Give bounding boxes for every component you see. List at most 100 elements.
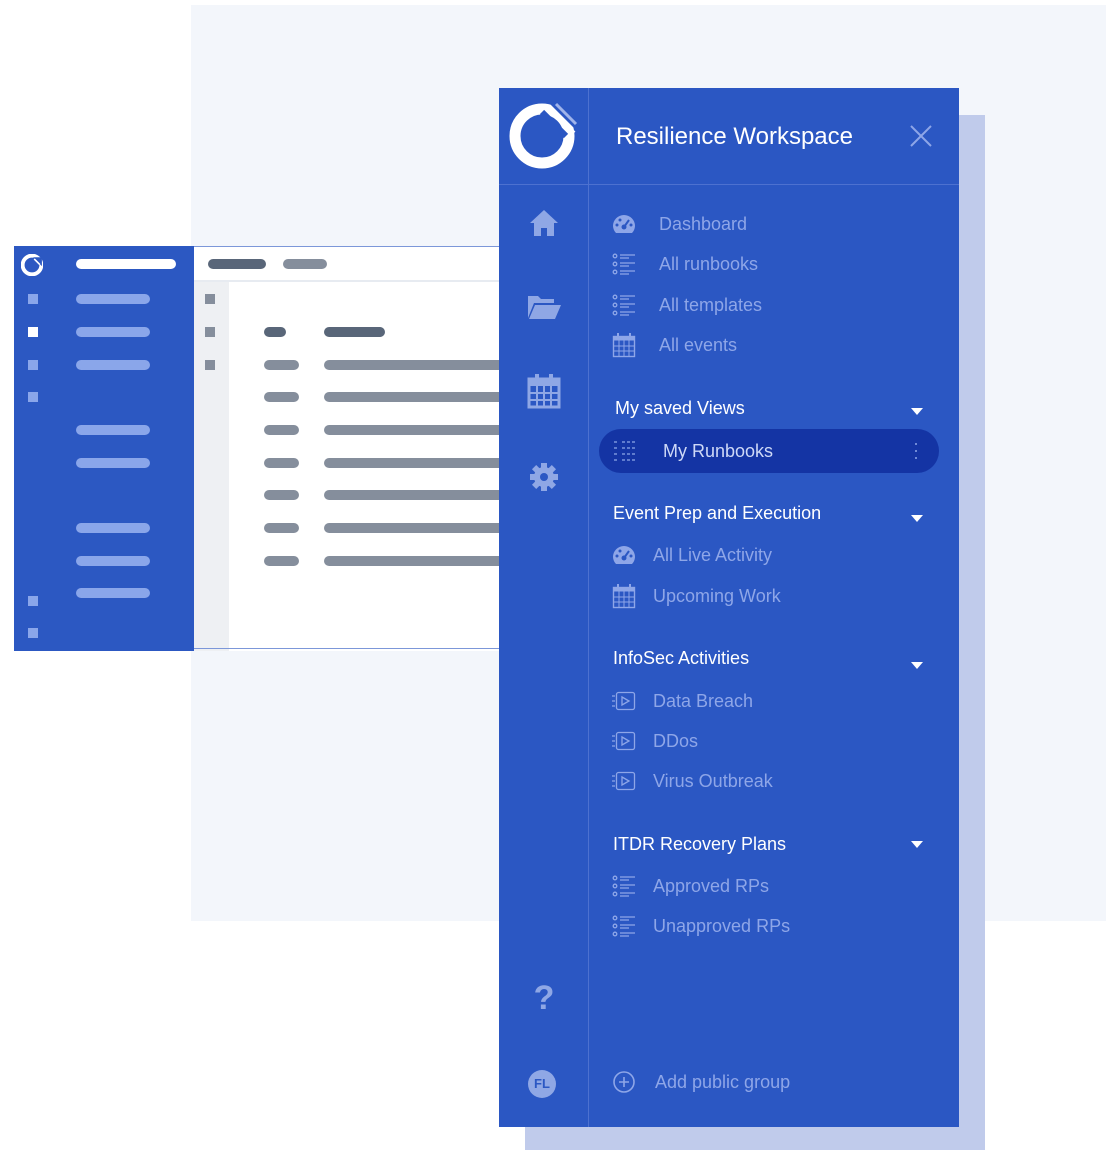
nav-item-label: Upcoming Work (653, 585, 781, 606)
preview-nav-pill (76, 458, 150, 468)
preview-row-pill (324, 556, 500, 566)
preview-row-pill (264, 392, 299, 402)
nav-item-approved-rps[interactable]: Approved RPs (611, 872, 769, 900)
list-icon (611, 873, 637, 899)
preview-rail-square (205, 327, 215, 337)
nav-item-dashboard[interactable]: Dashboard (611, 210, 747, 238)
navigation-drawer: ? FL Resilience Workspace Dashboard All … (499, 88, 959, 1127)
nav-item-label: DDos (653, 730, 699, 751)
preview-rail-square (205, 360, 215, 370)
preview-nav-square (28, 392, 38, 402)
list-icon (611, 913, 637, 939)
preview-nav-pill (76, 327, 150, 337)
nav-item-upcoming-work[interactable]: Upcoming Work (611, 582, 781, 610)
nav-item-all-runbooks[interactable]: All runbooks (611, 250, 758, 278)
section-title: InfoSec Activities (613, 648, 750, 668)
caret-down-icon (911, 662, 923, 669)
saved-view-label: My Runbooks (663, 441, 774, 461)
preview-title-bar (76, 259, 176, 269)
preview-rail (194, 246, 229, 651)
caret-down-icon (911, 408, 923, 415)
preview-nav-pill (76, 360, 150, 370)
preview-row-pill (264, 490, 299, 500)
preview-nav-pill (76, 425, 150, 435)
preview-nav-square (28, 360, 38, 370)
rail-logo-area (499, 88, 589, 185)
nav-item-unapproved-rps[interactable]: Unapproved RPs (611, 912, 790, 940)
preview-nav-square (28, 327, 38, 337)
workspace-title: Resilience Workspace (616, 123, 853, 150)
preview-header-pill (264, 327, 286, 337)
preview-rail-square (205, 294, 215, 304)
preview-row-pill (264, 523, 299, 533)
preview-row-pill (324, 425, 500, 435)
preview-row-pill (264, 458, 299, 468)
nav-item-data-breach[interactable]: Data Breach (611, 687, 753, 715)
section-saved-views[interactable]: My saved Views (589, 394, 959, 424)
help-icon[interactable]: ? (524, 978, 564, 1018)
section-title: My saved Views (615, 398, 745, 418)
add-public-group-label: Add public group (655, 1071, 791, 1092)
play-list-icon (611, 728, 637, 754)
section-event-prep[interactable]: Event Prep and Execution (589, 499, 959, 529)
logo-icon (21, 254, 43, 276)
nav-item-label: Dashboard (659, 213, 748, 234)
preview-sidebar (14, 246, 194, 651)
icon-rail: ? FL (499, 88, 589, 1127)
section-infosec[interactable]: InfoSec Activities (589, 644, 959, 674)
calendar-icon (611, 332, 637, 358)
preview-border (194, 246, 500, 649)
home-icon[interactable] (524, 203, 564, 243)
preview-row-pill (324, 360, 500, 370)
section-title: ITDR Recovery Plans (613, 834, 787, 854)
preview-row-pill (324, 458, 500, 468)
preview-nav-square (28, 596, 38, 606)
dashboard-gauge-icon (611, 542, 637, 568)
preview-nav-pill (76, 294, 150, 304)
nav-item-all-events[interactable]: All events (611, 331, 737, 359)
play-list-icon (611, 688, 637, 714)
play-list-icon (611, 768, 637, 794)
preview-nav-pill (76, 556, 150, 566)
nav-item-label: Virus Outbreak (653, 770, 773, 791)
section-title: Event Prep and Execution (613, 503, 822, 523)
preview-tab-pill (208, 259, 266, 269)
saved-view-my-runbooks[interactable]: My Runbooks (599, 429, 939, 473)
nav-item-all-live-activity[interactable]: All Live Activity (611, 541, 772, 569)
nav-item-all-templates[interactable]: All templates (611, 291, 762, 319)
preview-nav-pill (76, 523, 150, 533)
calendar-icon[interactable] (524, 371, 564, 411)
nav-item-label: All events (659, 334, 738, 355)
preview-tab-pill (283, 259, 327, 269)
logo-icon[interactable] (506, 98, 578, 170)
nav-item-label: All runbooks (659, 253, 759, 274)
nav-item-ddos[interactable]: DDos (611, 727, 698, 755)
more-options-icon[interactable] (911, 441, 921, 461)
nav-item-label: Approved RPs (653, 875, 770, 896)
calendar-icon (611, 583, 637, 609)
add-public-group-button[interactable]: Add public group (611, 1068, 790, 1096)
nav-item-label: All templates (659, 294, 763, 315)
settings-gear-icon[interactable] (524, 457, 564, 497)
caret-down-icon (911, 841, 923, 848)
plus-circle-icon (611, 1069, 637, 1095)
preview-nav-square (28, 294, 38, 304)
caret-down-icon (911, 515, 923, 522)
workspace-panel: Resilience Workspace Dashboard All runbo… (589, 88, 959, 1127)
close-icon[interactable] (909, 124, 933, 148)
section-itdr[interactable]: ITDR Recovery Plans (589, 830, 959, 860)
nav-item-virus-outbreak[interactable]: Virus Outbreak (611, 767, 773, 795)
preview-row-pill (264, 425, 299, 435)
folder-open-icon[interactable] (524, 286, 564, 326)
preview-row-pill (324, 490, 500, 500)
preview-row-pill (264, 556, 299, 566)
nav-item-label: Data Breach (653, 690, 754, 711)
user-avatar[interactable]: FL (528, 1070, 556, 1098)
panel-header: Resilience Workspace (589, 88, 959, 185)
list-icon (611, 292, 637, 318)
preview-header-pill (324, 327, 385, 337)
nav-item-label: Unapproved RPs (653, 915, 791, 936)
preview-nav-square (28, 628, 38, 638)
nav-item-label: All Live Activity (653, 544, 773, 565)
preview-row-pill (324, 523, 500, 533)
